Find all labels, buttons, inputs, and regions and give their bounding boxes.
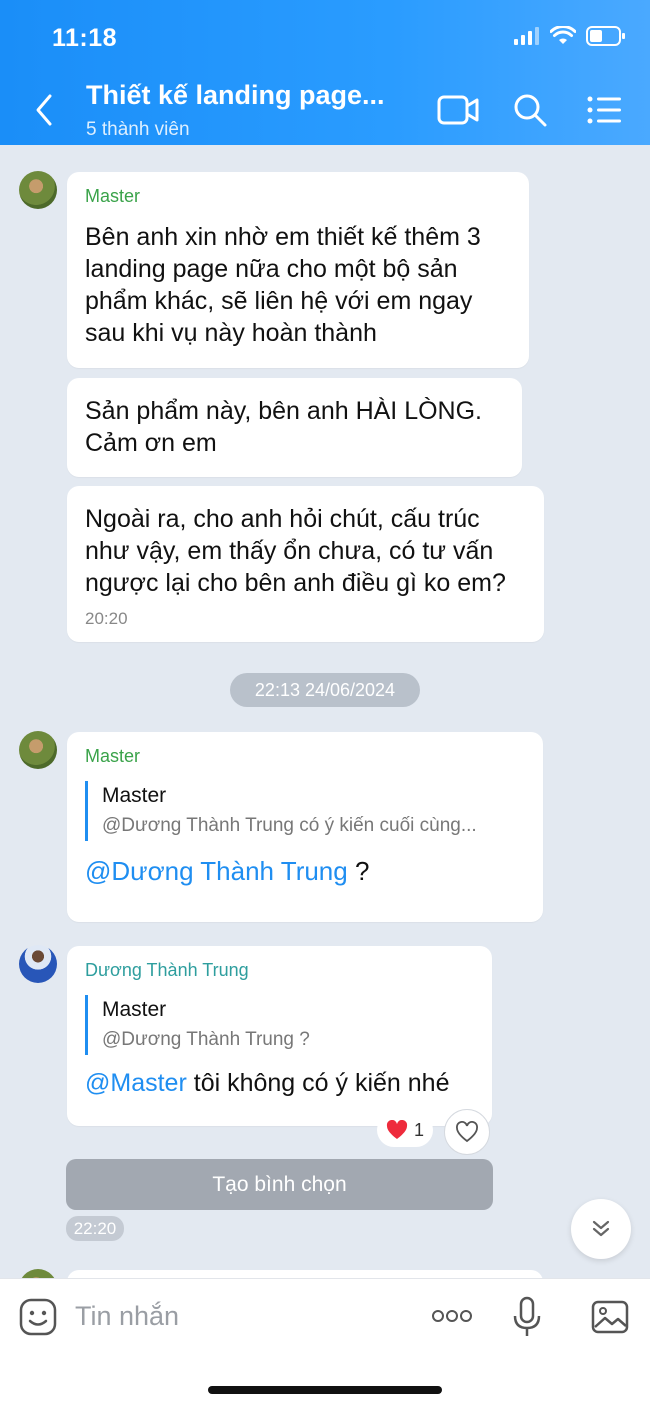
quoted-message[interactable]: Master @Dương Thành Trung ? bbox=[85, 995, 474, 1055]
message-input-bar: Tin nhắn bbox=[0, 1278, 650, 1407]
video-call-icon bbox=[437, 95, 479, 125]
wifi-icon bbox=[550, 26, 576, 44]
more-icon bbox=[432, 1310, 472, 1322]
quote-text: @Dương Thành Trung ? bbox=[102, 1029, 310, 1050]
search-button[interactable] bbox=[508, 88, 552, 132]
quote-sender: Master bbox=[102, 998, 167, 1021]
heart-icon bbox=[456, 1121, 478, 1143]
status-icons bbox=[514, 26, 626, 46]
date-separator: 22:13 24/06/2024 bbox=[230, 673, 420, 707]
reaction-count: 1 bbox=[413, 1119, 424, 1140]
image-icon bbox=[591, 1300, 629, 1334]
avatar-master[interactable] bbox=[19, 1269, 57, 1278]
chevron-down-icon bbox=[592, 1220, 610, 1237]
search-icon bbox=[514, 94, 547, 127]
message-bubble[interactable]: Master Bên anh xin nhờ em thiết kế thêm … bbox=[67, 172, 529, 368]
scroll-to-bottom-button[interactable] bbox=[571, 1199, 631, 1259]
emoji-button[interactable] bbox=[18, 1297, 58, 1337]
mic-icon bbox=[513, 1296, 541, 1336]
image-button[interactable] bbox=[590, 1297, 630, 1337]
message-text: Bên anh xin nhờ em thiết kế thêm 3 landi… bbox=[85, 223, 481, 347]
message-input[interactable]: Tin nhắn bbox=[75, 1301, 179, 1332]
more-button[interactable] bbox=[430, 1304, 474, 1328]
emoji-icon bbox=[19, 1298, 57, 1336]
menu-button[interactable] bbox=[582, 88, 626, 132]
quoted-message[interactable]: Master @Dương Thành Trung có ý kiến cuối… bbox=[85, 781, 525, 841]
chat-header: 11:18 Thiết kế landing page... 5 thành v… bbox=[0, 0, 650, 145]
video-call-button[interactable] bbox=[436, 88, 480, 132]
message-bubble[interactable]: Ngoài ra, cho anh hỏi chút, cấu trúc như… bbox=[67, 486, 544, 642]
message-text: Ngoài ra, cho anh hỏi chút, cấu trúc như… bbox=[85, 505, 506, 597]
heart-icon bbox=[386, 1120, 408, 1139]
mention-link[interactable]: @Dương Thành Trung bbox=[85, 856, 348, 886]
mention-link[interactable]: @Master bbox=[85, 1069, 187, 1097]
member-count[interactable]: 5 thành viên bbox=[86, 119, 190, 141]
quote-text: @Dương Thành Trung có ý kiến cuối cùng..… bbox=[102, 815, 477, 836]
battery-icon bbox=[586, 26, 625, 46]
avatar-master[interactable] bbox=[19, 731, 57, 769]
message-bubble[interactable] bbox=[67, 1270, 543, 1278]
message-time: 22:20 bbox=[66, 1216, 124, 1241]
sender-name: Dương Thành Trung bbox=[85, 960, 249, 980]
signal-icon bbox=[514, 27, 539, 45]
message-bubble[interactable]: Sản phẩm này, bên anh HÀI LÒNG. Cảm ơn e… bbox=[67, 378, 522, 477]
sender-name: Master bbox=[85, 186, 141, 206]
voice-button[interactable] bbox=[510, 1295, 544, 1339]
reaction-badge[interactable]: 1 bbox=[377, 1113, 433, 1147]
avatar-duong-thanh-trung[interactable] bbox=[19, 945, 57, 983]
quote-sender: Master bbox=[102, 784, 167, 807]
sender-name: Master bbox=[85, 746, 141, 766]
message-text: @Dương Thành Trung ? bbox=[85, 856, 370, 886]
message-text: @Master tôi không có ý kiến nhé bbox=[85, 1069, 450, 1097]
back-icon bbox=[36, 94, 52, 126]
menu-list-icon bbox=[587, 96, 621, 124]
message-text: Sản phẩm này, bên anh HÀI LÒNG. Cảm ơn e… bbox=[85, 397, 482, 457]
message-bubble[interactable]: Dương Thành Trung Master @Dương Thành Tr… bbox=[67, 946, 492, 1126]
avatar-master[interactable] bbox=[19, 171, 57, 209]
chat-title[interactable]: Thiết kế landing page... bbox=[86, 80, 385, 111]
message-time: 20:20 bbox=[85, 609, 128, 628]
message-bubble[interactable]: Master Master @Dương Thành Trung có ý ki… bbox=[67, 732, 543, 922]
status-time: 11:18 bbox=[52, 24, 118, 52]
message-list[interactable]: Master Bên anh xin nhờ em thiết kế thêm … bbox=[0, 145, 650, 1278]
home-indicator bbox=[208, 1386, 442, 1394]
create-poll-button[interactable]: Tạo bình chọn bbox=[66, 1159, 493, 1210]
back-button[interactable] bbox=[30, 90, 62, 130]
react-button[interactable] bbox=[444, 1109, 490, 1155]
